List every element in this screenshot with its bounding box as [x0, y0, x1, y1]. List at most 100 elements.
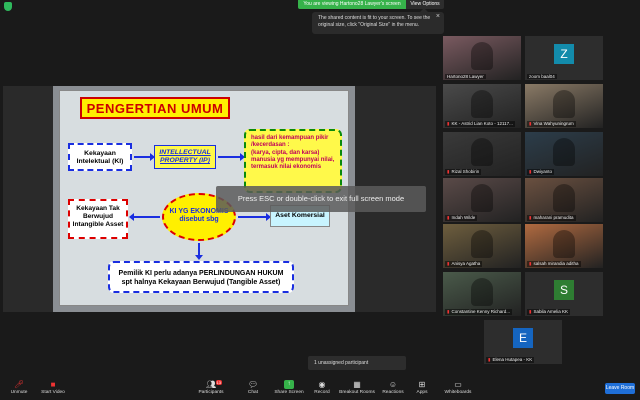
start-video-button[interactable]: ■ Start Video	[38, 380, 68, 395]
participant-name-text: Vina Wahyuningrum	[533, 121, 574, 126]
participant-avatar: S	[554, 280, 574, 300]
unmute-label: Unmute	[10, 390, 28, 395]
participant-name: ▮ KK - Astrid Lian Koto - 12117...	[445, 121, 515, 127]
participant-name-text: Sabila Amelia KK	[533, 309, 569, 314]
participant-name: ▮ Dwiyanto	[527, 169, 554, 175]
arrow-right	[238, 213, 271, 221]
muted-mic-icon: ▮	[447, 309, 450, 314]
muted-mic-icon: ▮	[529, 121, 532, 126]
participant-tile[interactable]: Zzoom baal04	[525, 36, 603, 80]
participant-name-text: maharani pramudita	[533, 215, 574, 220]
participant-video	[553, 184, 575, 212]
record-button[interactable]: ◉ Record	[312, 380, 332, 395]
participant-tile[interactable]: Hartono28 Lawyer	[443, 36, 521, 80]
share-screen-icon: ↑	[284, 380, 294, 389]
close-icon[interactable]: ×	[436, 13, 440, 21]
reactions-button[interactable]: ☺ Reactions	[380, 380, 406, 395]
leave-room-button[interactable]: Leave Room	[605, 383, 635, 394]
muted-mic-icon: ▮	[447, 121, 450, 126]
participant-name-text: KK - Astrid Lian Koto - 12117...	[451, 121, 513, 126]
record-label: Record	[314, 390, 330, 395]
participant-name: zoom baal04	[527, 74, 557, 79]
slide-title: PENGERTIAN UMUM	[80, 97, 230, 119]
participant-tile[interactable]: ▮ salsah mirandia aditha	[525, 224, 603, 268]
participant-tile[interactable]: ▮ Dwiyanto	[525, 132, 603, 176]
meeting-toolbar: 🎤︎ Unmute ■ Start Video 👥︎ 13 Participan…	[0, 378, 640, 400]
arrow-down	[195, 243, 203, 260]
apps-label: Apps	[416, 390, 428, 395]
pemilik-box: Pemilik KI perlu adanya PERLINDUNGAN HUK…	[108, 261, 294, 293]
participant-tile[interactable]: ▮ Indah Wilde	[443, 178, 521, 222]
unassigned-participant-notice[interactable]: 1 unassigned participant	[308, 356, 406, 370]
participant-name-text: Dwiyanto	[533, 169, 552, 174]
participant-video	[471, 278, 493, 306]
arrow-right	[134, 153, 155, 161]
muted-mic-icon: ▮	[529, 309, 532, 314]
breakout-rooms-button[interactable]: ▦ Breakout Rooms	[338, 380, 376, 395]
participant-tile[interactable]: ▮ maharani pramudita	[525, 178, 603, 222]
participant-tile[interactable]: ▮ KK - Astrid Lian Koto - 12117...	[443, 84, 521, 128]
participant-name-text: Hartono28 Lawyer	[447, 74, 484, 79]
toast-text: The shared content is fit to your screen…	[318, 15, 431, 28]
reactions-icon: ☺	[388, 380, 398, 389]
participant-tile[interactable]: ▮ Rizal Shobirin	[443, 132, 521, 176]
muted-mic-icon: ▮	[447, 169, 450, 174]
participants-icon: 👥︎	[206, 380, 217, 389]
participant-video	[553, 230, 575, 258]
arrow-left	[129, 213, 160, 221]
muted-mic-icon: ▮	[529, 261, 532, 266]
participant-avatar: E	[513, 328, 533, 348]
participant-video	[553, 90, 575, 118]
participant-name: ▮ salsah mirandia aditha	[527, 261, 581, 267]
chat-icon: 💬︎	[248, 380, 259, 389]
participant-name-text: Indah Wilde	[451, 215, 476, 220]
participant-tile[interactable]: ▮ Constantine Kenny Richard...	[443, 272, 521, 316]
definition-line-2: (karya, cipta, dan karsa) manusia yg mem…	[251, 149, 335, 171]
participant-tile[interactable]: E ▮ Elena Hutapea - KK	[484, 320, 562, 364]
record-icon: ◉	[318, 380, 326, 389]
start-video-label: Start Video	[41, 390, 65, 395]
chat-button[interactable]: 💬︎ Chat	[244, 380, 262, 395]
viewing-screen-banner: You are viewing Hartono28 Lawyer's scree…	[298, 0, 406, 9]
pemilik-line-2: spt halnya Kekayaan Berwujud (Tangible A…	[121, 279, 281, 286]
apps-button[interactable]: ⊞ Apps	[414, 380, 430, 395]
participant-name-text: Anisya Agatha	[451, 261, 481, 266]
definition-line-1: hasil dari kemampuan pikir /kecerdasan :	[251, 135, 329, 149]
participant-name: ▮ maharani pramudita	[527, 215, 576, 221]
participant-tile[interactable]: ▮ Anisya Agatha	[443, 224, 521, 268]
participant-video	[471, 184, 493, 212]
participant-avatar: Z	[554, 44, 574, 64]
security-shield-icon[interactable]	[4, 2, 12, 11]
top-bar: You are viewing Hartono28 Lawyer's scree…	[0, 0, 640, 11]
unmute-button[interactable]: 🎤︎ Unmute	[6, 380, 32, 395]
share-screen-label: Share Screen	[274, 390, 304, 395]
intangible-asset-box: Kekayaan Tak Berwujud Intangible Asset	[68, 199, 128, 239]
whiteboards-button[interactable]: ▭ Whiteboards	[440, 380, 476, 395]
participant-name: ▮ Indah Wilde	[445, 215, 478, 221]
participant-name-text: Elena Hutapea - KK	[492, 357, 533, 362]
arrow-right	[218, 153, 245, 161]
participant-name: ▮ Rizal Shobirin	[445, 169, 482, 175]
participant-name-text: Constantine Kenny Richard...	[451, 309, 511, 314]
video-off-icon: ■	[50, 380, 56, 389]
participant-name: ▮ Vina Wahyuningrum	[527, 121, 576, 127]
share-screen-button[interactable]: ↑ Share Screen	[274, 380, 304, 395]
participant-name-text: Rizal Shobirin	[451, 169, 480, 174]
reactions-label: Reactions	[382, 390, 404, 395]
participants-label: Participants	[198, 390, 224, 395]
muted-mic-icon: ▮	[447, 215, 450, 220]
apps-icon: ⊞	[418, 380, 426, 389]
participant-tile[interactable]: S ▮ Sabila Amelia KK	[525, 272, 603, 316]
participant-name: ▮ Anisya Agatha	[445, 261, 483, 267]
participants-button[interactable]: 👥︎ 13 Participants	[196, 380, 226, 395]
participant-video	[553, 138, 575, 166]
whiteboards-label: Whiteboards	[444, 390, 472, 395]
breakout-rooms-label: Breakout Rooms	[339, 390, 375, 395]
participant-video	[471, 230, 493, 258]
pemilik-line-1: Pemilik KI perlu adanya PERLINDUNGAN HUK…	[118, 270, 284, 277]
muted-mic-icon: ▮	[488, 357, 491, 362]
participant-name: Hartono28 Lawyer	[445, 74, 486, 79]
participant-tile[interactable]: ▮ Vina Wahyuningrum	[525, 84, 603, 128]
fit-to-screen-toast: The shared content is fit to your screen…	[312, 8, 444, 34]
participant-video	[471, 42, 493, 70]
